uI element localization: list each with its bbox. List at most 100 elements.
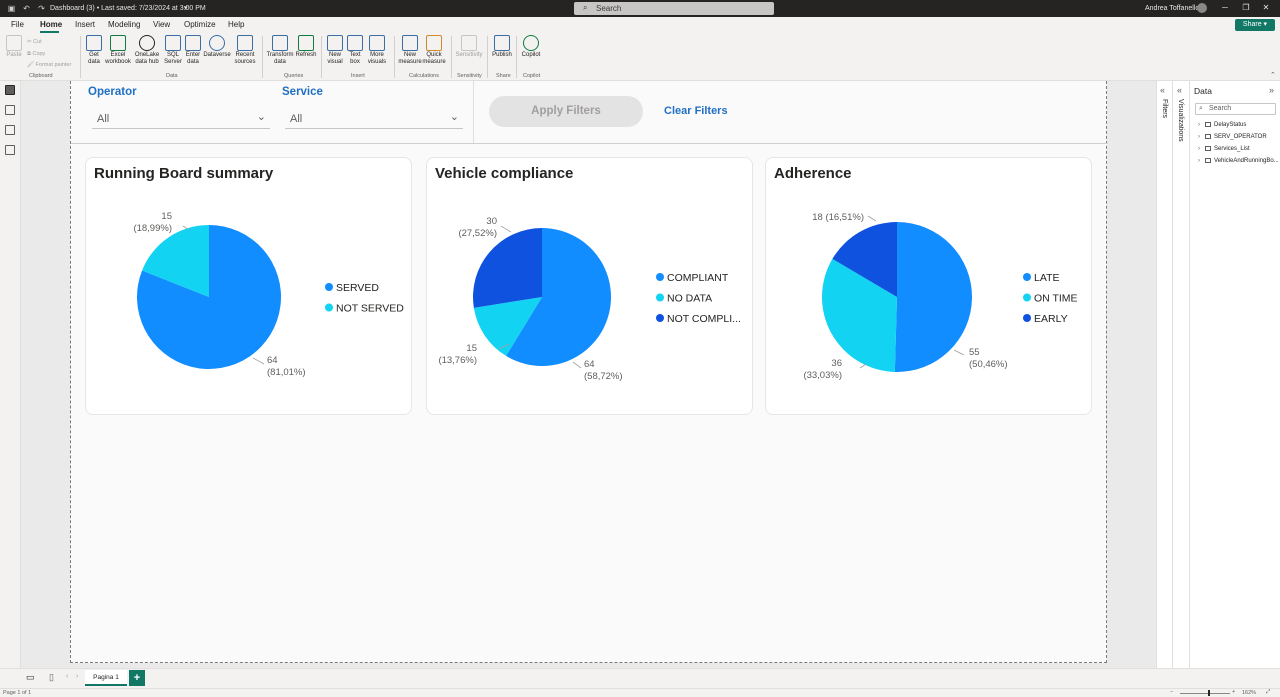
next-page-icon[interactable]: ›	[76, 673, 78, 680]
service-dropdown[interactable]: All ⌄	[285, 107, 463, 129]
adherence-card[interactable]: Adherence 18 (16,51%) 36 (33,03%) 55 (50…	[765, 157, 1092, 415]
legend-label-served[interactable]: SERVED	[336, 282, 379, 294]
title-dropdown-icon[interactable]: ▾	[184, 4, 188, 12]
menu-file[interactable]: File	[11, 20, 24, 29]
refresh-button[interactable]: Refresh	[295, 35, 317, 59]
avatar[interactable]	[1197, 3, 1207, 13]
model-view-icon[interactable]	[5, 125, 15, 135]
menu-help[interactable]: Help	[228, 20, 244, 29]
pie-slice-late[interactable]	[894, 222, 972, 372]
table-item[interactable]: › VehicleAndRunningBo...	[1198, 158, 1279, 164]
legend-marker-late[interactable]	[1023, 273, 1031, 281]
collapse-filters-icon[interactable]: «	[1160, 85, 1165, 95]
format-painter-button[interactable]: 🖌 Format painter	[27, 62, 71, 68]
menu-optimize[interactable]: Optimize	[184, 20, 216, 29]
restore-icon[interactable]: ❐	[1240, 3, 1252, 12]
zoom-in-icon[interactable]: +	[1232, 689, 1235, 695]
menu-home[interactable]: Home	[40, 20, 62, 29]
dataverse-button[interactable]: Dataverse	[203, 35, 231, 59]
share-button[interactable]: Share ▾	[1235, 19, 1275, 31]
filters-pane-tab[interactable]: Filters	[1161, 99, 1168, 118]
filter-divider	[473, 81, 474, 143]
legend-marker-not-served[interactable]	[325, 303, 333, 312]
desktop-layout-icon[interactable]: ▭	[26, 672, 35, 683]
status-bar: Page 1 of 1 − + 162% ⤢	[0, 688, 1280, 697]
mobile-layout-icon[interactable]: ▯	[49, 672, 54, 683]
clear-filters-button[interactable]: Clear Filters	[664, 105, 728, 117]
legend-label-on-time[interactable]: ON TIME	[1034, 293, 1078, 305]
legend-marker-early[interactable]	[1023, 314, 1031, 322]
new-measure-button[interactable]: New measure	[398, 35, 422, 66]
legend-marker-no-data[interactable]	[656, 293, 664, 302]
prev-page-icon[interactable]: ‹	[66, 673, 68, 680]
save-icon[interactable]: ▣	[7, 4, 16, 13]
recent-sources-button[interactable]: Recent sources	[232, 35, 258, 66]
table-item[interactable]: › SERV_OPERATOR	[1198, 134, 1267, 140]
sql-server-button[interactable]: SQL Server	[164, 35, 182, 66]
ribbon-separator	[516, 36, 517, 78]
dax-query-icon[interactable]	[5, 145, 15, 155]
operator-dropdown[interactable]: All ⌄	[92, 107, 270, 129]
copilot-button[interactable]: Copilot	[520, 35, 542, 59]
sensitivity-button[interactable]: Sensitivity	[455, 35, 483, 59]
text-box-button[interactable]: Text box	[346, 35, 364, 66]
table-icon	[1205, 134, 1211, 139]
legend-label-not-compli[interactable]: NOT COMPLI...	[667, 313, 741, 325]
data-pane-title: Data	[1194, 86, 1212, 96]
paste-button[interactable]: Paste	[6, 35, 22, 59]
running-board-card[interactable]: Running Board summary 15 (18,99%) 64 (81…	[85, 157, 412, 415]
table-item[interactable]: › Services_List	[1198, 146, 1250, 152]
close-icon[interactable]: ✕	[1260, 3, 1272, 12]
visualizations-pane-tab[interactable]: Visualizations	[1177, 99, 1184, 142]
collapse-data-icon[interactable]: »	[1269, 85, 1274, 95]
legend-label-early[interactable]: EARLY	[1034, 313, 1068, 325]
zoom-slider[interactable]	[1180, 693, 1230, 694]
pane-border	[1172, 81, 1173, 668]
document-title[interactable]: Dashboard (3) • Last saved: 7/23/2024 at…	[50, 5, 206, 12]
pie-slice-not-compli[interactable]	[473, 228, 542, 308]
enter-data-button[interactable]: Enter data	[184, 35, 202, 66]
zoom-slider-thumb[interactable]	[1208, 690, 1210, 696]
undo-icon[interactable]: ↶	[22, 4, 31, 13]
report-view-icon[interactable]	[5, 85, 15, 95]
fit-to-page-icon[interactable]: ⤢	[1266, 689, 1270, 696]
zoom-out-icon[interactable]: −	[1170, 689, 1173, 695]
redo-icon[interactable]: ↷	[37, 4, 46, 13]
menu-modeling[interactable]: Modeling	[108, 20, 140, 29]
publish-button[interactable]: Publish	[491, 35, 513, 59]
table-view-icon[interactable]	[5, 105, 15, 115]
apply-filters-button[interactable]: Apply Filters	[489, 96, 643, 127]
menu-insert[interactable]: Insert	[75, 20, 95, 29]
legend-label-late[interactable]: LATE	[1034, 272, 1059, 284]
new-visual-button[interactable]: New visual	[326, 35, 344, 66]
ribbon-separator	[321, 36, 322, 78]
table-item[interactable]: › DelayStatus	[1198, 122, 1246, 128]
legend-label-no-data[interactable]: NO DATA	[667, 293, 712, 305]
legend-marker-on-time[interactable]	[1023, 293, 1031, 302]
transform-data-button[interactable]: Transform data	[266, 35, 294, 66]
user-name[interactable]: Andrea Toffanello	[1145, 5, 1199, 12]
legend-marker-not-compli[interactable]	[656, 314, 664, 322]
minimize-icon[interactable]: ─	[1219, 3, 1231, 12]
quick-measure-button[interactable]: Quick measure	[422, 35, 446, 66]
data-label-not-compliant-count: 30	[486, 216, 497, 227]
more-visuals-button[interactable]: More visuals	[366, 35, 388, 66]
collapse-visualizations-icon[interactable]: «	[1177, 85, 1182, 95]
add-page-button[interactable]: +	[129, 670, 145, 686]
page-tab[interactable]: Pagina 1	[85, 670, 127, 686]
copy-button[interactable]: ⧉ Copy	[27, 51, 45, 58]
menu-view[interactable]: View	[153, 20, 170, 29]
data-search-input[interactable]: ⌕ Search	[1195, 103, 1276, 115]
vehicle-compliance-card[interactable]: Vehicle compliance 30 (27,52%) 15 (13,76…	[426, 157, 753, 415]
legend-marker-compliant[interactable]	[656, 273, 664, 281]
legend-label-compliant[interactable]: COMPLIANT	[667, 272, 729, 284]
search-box[interactable]: ⌕ Search	[574, 2, 774, 15]
excel-workbook-button[interactable]: Excel workbook	[104, 35, 132, 66]
legend-label-not-served[interactable]: NOT SERVED	[336, 303, 404, 315]
collapse-ribbon-icon[interactable]: ⌃	[1270, 71, 1276, 79]
title-bar: ▣ ↶ ↷ Dashboard (3) • Last saved: 7/23/2…	[0, 0, 1280, 17]
onelake-button[interactable]: OneLake data hub	[132, 35, 162, 66]
legend-marker-served[interactable]	[325, 283, 333, 291]
get-data-button[interactable]: Get data	[84, 35, 104, 66]
cut-button[interactable]: ✂ Cut	[27, 39, 42, 45]
